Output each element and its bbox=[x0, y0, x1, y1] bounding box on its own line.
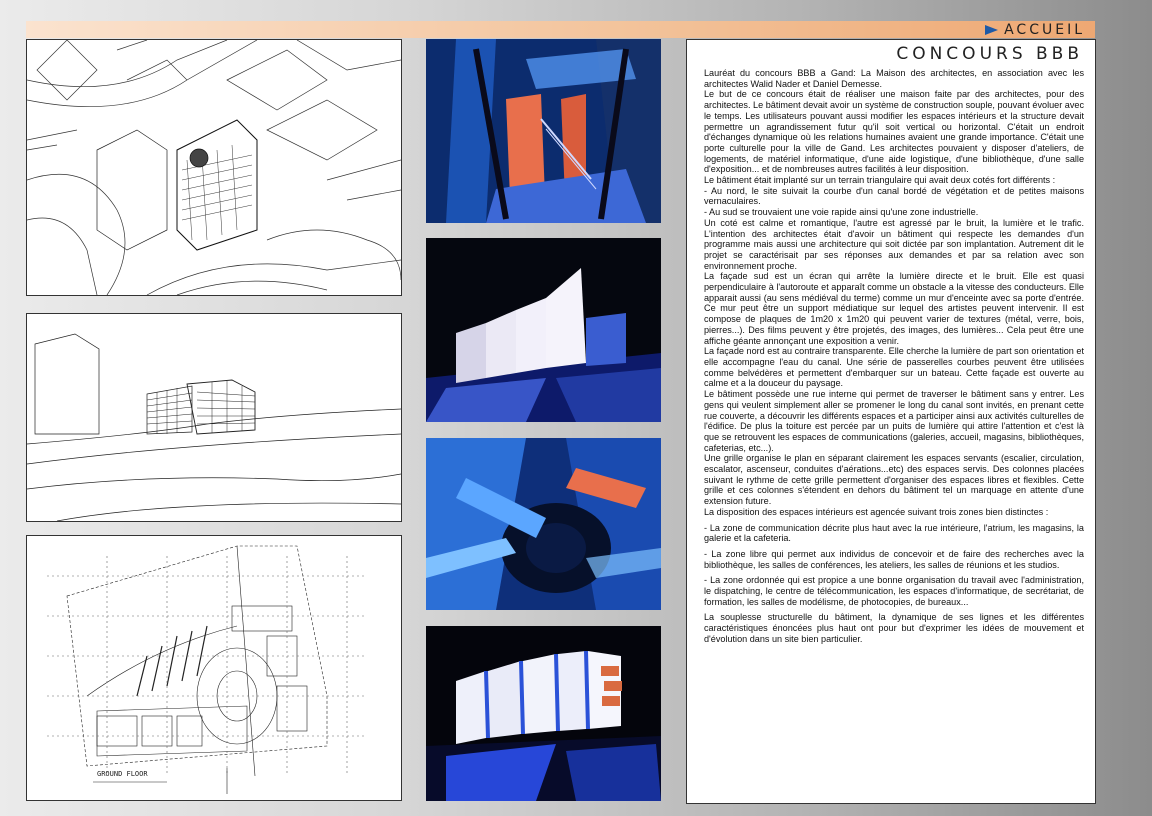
article-panel: CONCOURS BBB Lauréat du concours BBB a G… bbox=[686, 39, 1096, 804]
south-facade-render bbox=[426, 238, 661, 422]
paragraph: Lauréat du concours BBB a Gand: La Maiso… bbox=[704, 68, 1084, 89]
perspective-drawing bbox=[26, 313, 402, 522]
paragraph: La disposition des espaces intérieurs es… bbox=[704, 506, 1049, 517]
paragraph: Le but de ce concours était de réaliser … bbox=[704, 89, 1084, 175]
floor-plan-caption: GROUND FLOOR bbox=[97, 770, 148, 778]
paragraph: - Au nord, le site suivait la courbe d'u… bbox=[704, 185, 1084, 207]
play-arrow-icon bbox=[985, 24, 999, 35]
paragraph: La souplesse structurelle du bâtiment, l… bbox=[704, 612, 1084, 644]
article-body: Lauréat du concours BBB a Gand: La Maiso… bbox=[704, 68, 1084, 645]
paragraph: Un coté est calme et romantique, l'autre… bbox=[704, 217, 1084, 271]
paragraph: - Au sud se trouvaient une voie rapide a… bbox=[704, 207, 979, 218]
paragraph: - La zone libre qui permet aux individus… bbox=[704, 548, 1084, 570]
home-link[interactable]: ACCUEIL bbox=[985, 21, 1085, 38]
paragraph: La façade nord est au contraire transpar… bbox=[704, 346, 1084, 389]
paragraph: - La zone ordonnée qui est propice a une… bbox=[704, 575, 1084, 607]
interior-atrium-render bbox=[426, 39, 661, 223]
site-plan-drawing bbox=[26, 39, 402, 296]
paragraph: La façade sud est un écran qui arrête la… bbox=[704, 271, 1084, 346]
paragraph: - La zone de communication décrite plus … bbox=[704, 522, 1084, 544]
atrium-skylight-render bbox=[426, 438, 661, 610]
paragraph: Le bâtiment possède une rue interne qui … bbox=[704, 389, 1084, 453]
home-link-label: ACCUEIL bbox=[1004, 21, 1085, 38]
ground-floor-plan: GROUND FLOOR bbox=[26, 535, 402, 801]
header-bar: ACCUEIL bbox=[26, 21, 1095, 38]
paragraph: Le bâtiment était implanté sur un terrai… bbox=[704, 175, 1056, 186]
night-facade-render bbox=[426, 626, 661, 801]
page-title: CONCOURS BBB bbox=[896, 44, 1083, 64]
paragraph: Une grille organise le plan en séparant … bbox=[704, 453, 1084, 507]
